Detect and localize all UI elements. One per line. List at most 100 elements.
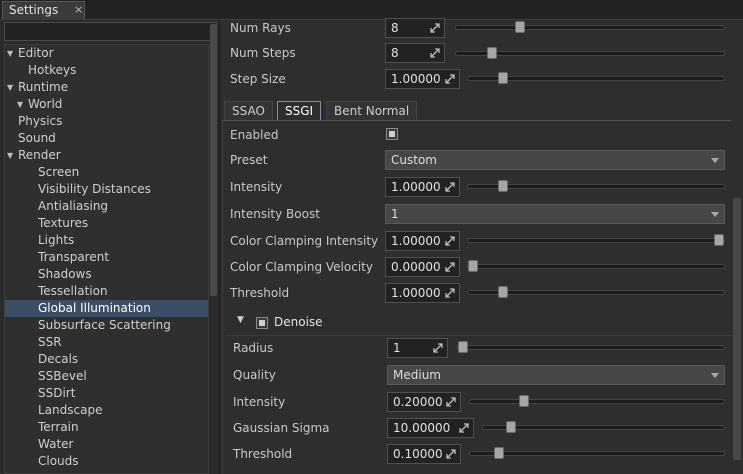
tree-item[interactable]: ▼ Render [5,147,208,164]
denoise-gaussian-sigma-slider[interactable] [482,421,725,433]
step-size-slider[interactable] [467,72,725,84]
expand-arrow-icon[interactable]: ▼ [7,45,13,62]
expand-arrow-icon[interactable]: ▼ [17,96,23,113]
slider-thumb[interactable] [498,180,508,192]
slider-thumb[interactable] [519,395,529,407]
expand-arrows-icon[interactable] [445,262,455,272]
color-clamping-intensity-field[interactable]: 1.00000 [385,231,460,251]
search-input[interactable] [4,22,217,41]
expand-arrows-icon[interactable] [445,288,455,298]
tree-item[interactable]: Shadows [5,266,208,283]
denoise-radius-slider[interactable] [457,341,725,353]
expand-arrows-icon[interactable] [446,449,456,459]
step-size-field[interactable]: 1.00000 [385,69,460,89]
chevron-down-icon [711,212,719,217]
tree-item-label: Textures [38,216,89,230]
expand-arrows-icon[interactable] [433,343,443,353]
tree-item[interactable]: ▼ Runtime [5,79,208,96]
num-steps-field[interactable]: 8 [385,43,445,63]
enabled-checkbox[interactable] [386,128,398,140]
tree-item-label: Hotkeys [28,63,77,77]
denoise-intensity-label: Intensity [233,395,286,409]
window-tabbar: Settings × [0,0,743,20]
close-icon[interactable]: × [74,3,83,16]
tab-ssao[interactable]: SSAO [224,101,273,121]
tree-item[interactable]: SSDirt [5,385,208,402]
tree-scrollbar[interactable] [210,24,217,296]
threshold-field[interactable]: 1.00000 [385,283,460,303]
tree-item[interactable]: Global Illumination [5,300,208,317]
slider-thumb[interactable] [515,21,525,33]
slider-thumb[interactable] [498,72,508,84]
color-clamping-velocity-slider[interactable] [467,260,725,272]
expand-arrow-icon[interactable]: ▼ [7,147,13,164]
denoise-threshold-value: 0.10000 [393,447,443,461]
tree-item[interactable]: Sound [5,130,208,147]
denoise-intensity-slider[interactable] [469,395,725,407]
color-clamping-intensity-slider[interactable] [467,234,725,246]
tab-ssgi[interactable]: SSGI [277,101,322,121]
tree-item-label: SSR [38,335,62,349]
expand-arrows-icon[interactable] [445,182,455,192]
slider-thumb[interactable] [714,234,724,246]
tree-item[interactable]: Decals [5,351,208,368]
num-steps-slider[interactable] [455,47,725,59]
threshold-slider[interactable] [467,286,725,298]
denoise-threshold-slider[interactable] [469,447,725,459]
tree-item[interactable]: Clouds [5,453,208,470]
tree-item[interactable]: Hotkeys [5,62,208,79]
tree-item[interactable]: Textures [5,215,208,232]
expand-arrows-icon[interactable] [459,423,469,433]
slider-thumb[interactable] [468,260,478,272]
num-steps-label: Num Steps [230,46,296,60]
tree-item[interactable]: Physics [5,113,208,130]
tree-item[interactable]: ▼ World [5,96,208,113]
expand-arrows-icon[interactable] [445,236,455,246]
denoise-threshold-field[interactable]: 0.10000 [387,444,461,464]
tree-item[interactable]: Screen [5,164,208,181]
tree-item[interactable]: Antialiasing [5,198,208,215]
intensity-slider[interactable] [467,180,725,192]
denoise-gaussian-sigma-field[interactable]: 10.00000 [387,418,474,438]
denoise-checkbox[interactable] [256,317,268,329]
slider-thumb[interactable] [494,447,504,459]
tree-item[interactable]: Visibility Distances [5,181,208,198]
slider-thumb[interactable] [506,421,516,433]
tree-item[interactable]: Transparent [5,249,208,266]
expand-arrow-icon[interactable]: ▼ [7,79,13,96]
expand-arrows-icon[interactable] [446,397,456,407]
tree-item[interactable]: Landscape [5,402,208,419]
num-rays-field[interactable]: 8 [385,18,445,38]
slider-thumb[interactable] [498,286,508,298]
num-rays-slider[interactable] [455,21,725,33]
tree-item[interactable]: Water [5,436,208,453]
tree-item[interactable]: Subsurface Scattering [5,317,208,334]
tree-item-label: Transparent [38,250,110,264]
color-clamping-velocity-field[interactable]: 0.00000 [385,257,460,277]
expand-arrows-icon[interactable] [430,48,440,58]
tree-item[interactable]: SSR [5,334,208,351]
tree-item[interactable]: Lights [5,232,208,249]
denoise-quality-select[interactable]: Medium [387,365,725,385]
num-steps-value: 8 [391,46,399,60]
denoise-intensity-field[interactable]: 0.20000 [387,392,461,412]
intensity-value: 1.00000 [391,180,441,194]
slider-thumb[interactable] [458,341,468,353]
expand-arrows-icon[interactable] [430,23,440,33]
intensity-field[interactable]: 1.00000 [385,177,460,197]
tree-item[interactable]: Tessellation [5,283,208,300]
intensity-boost-value: 1 [391,207,399,221]
tree-item[interactable]: SSBevel [5,368,208,385]
tab-settings[interactable]: Settings × [2,1,85,20]
expand-arrows-icon[interactable] [445,74,455,84]
preset-select[interactable]: Custom [385,150,725,170]
denoise-group-header[interactable]: ▼ Denoise [226,312,731,334]
tab-bent-normal[interactable]: Bent Normal [326,101,418,121]
intensity-boost-select[interactable]: 1 [385,204,725,224]
tree-item[interactable]: ▼ Editor [5,45,208,62]
content-scrollbar[interactable] [733,198,741,460]
collapse-arrow-icon[interactable]: ▼ [237,315,244,325]
slider-thumb[interactable] [487,47,497,59]
tree-item[interactable]: Terrain [5,419,208,436]
denoise-radius-field[interactable]: 1 [387,338,448,358]
